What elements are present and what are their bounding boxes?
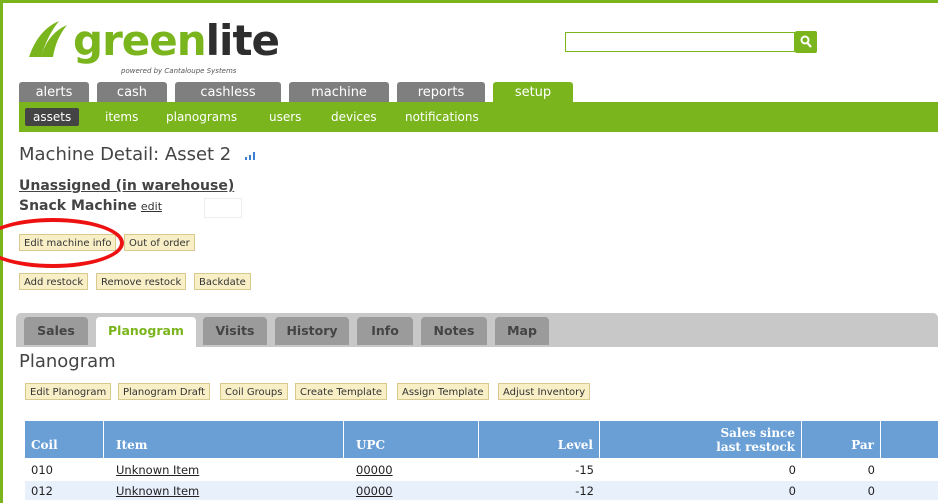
cell-upc-link[interactable]: 00000	[356, 463, 393, 477]
cell-upc-link[interactable]: 00000	[356, 484, 393, 498]
header-extra	[881, 421, 938, 458]
signal-bars-icon[interactable]	[245, 150, 257, 160]
search-input[interactable]	[565, 32, 795, 52]
tab-visits[interactable]: Visits	[203, 317, 267, 345]
cell-sales: 0	[788, 463, 796, 477]
create-template-button[interactable]: Create Template	[295, 383, 388, 400]
tab-sales[interactable]: Sales	[24, 317, 88, 345]
subnav-items[interactable]: items	[105, 108, 138, 126]
section-title: Planogram	[19, 351, 116, 372]
subnav-notifications[interactable]: notifications	[405, 108, 479, 126]
tab-setup[interactable]: setup	[493, 82, 573, 102]
backdate-button[interactable]: Backdate	[194, 273, 251, 290]
tab-reports[interactable]: reports	[397, 82, 485, 102]
tab-history[interactable]: History	[275, 317, 349, 345]
search-button[interactable]	[795, 31, 817, 53]
adjust-inventory-button[interactable]: Adjust Inventory	[498, 383, 591, 400]
remove-restock-button[interactable]: Remove restock	[96, 273, 187, 290]
add-restock-button[interactable]: Add restock	[19, 273, 89, 290]
cell-par: 0	[867, 463, 875, 477]
cell-coil: 010	[31, 463, 53, 477]
out-of-order-button[interactable]: Out of order	[124, 234, 195, 251]
setup-subnav: assets items planograms users devices no…	[19, 102, 938, 132]
header-upc[interactable]: UPC	[344, 421, 479, 458]
assign-template-button[interactable]: Assign Template	[397, 383, 489, 400]
machine-image-placeholder	[204, 198, 242, 218]
leaf-logo-icon	[29, 21, 67, 57]
search-icon	[800, 35, 812, 48]
tab-info[interactable]: Info	[357, 317, 413, 345]
subnav-planograms[interactable]: planograms	[166, 108, 237, 126]
powered-by-text: powered by Cantaloupe Systems	[121, 67, 237, 75]
tab-notes[interactable]: Notes	[421, 317, 487, 345]
edit-planogram-button[interactable]: Edit Planogram	[25, 383, 112, 400]
tab-machine[interactable]: machine	[289, 82, 389, 102]
header-level[interactable]: Level	[479, 421, 600, 458]
machine-type: Snack Machine edit	[19, 198, 163, 214]
tab-cashless[interactable]: cashless	[175, 82, 281, 102]
cell-level: -12	[575, 484, 594, 498]
table-row: 010 Unknown Item 00000 -15 0 0	[25, 460, 938, 479]
cell-sales: 0	[788, 484, 796, 498]
table-row: 012 Unknown Item 00000 -12 0 0	[25, 481, 938, 500]
machine-type-edit-link[interactable]: edit	[141, 200, 162, 213]
coil-groups-button[interactable]: Coil Groups	[220, 383, 288, 400]
header-par[interactable]: Par	[802, 421, 881, 458]
cell-par: 0	[867, 484, 875, 498]
tab-cash[interactable]: cash	[97, 82, 167, 102]
greenlite-logo[interactable]: greenlite powered by Cantaloupe Systems	[25, 16, 280, 77]
main-tab-bar: alerts cash cashless machine reports set…	[19, 82, 573, 102]
tab-map[interactable]: Map	[495, 317, 549, 345]
cell-level: -15	[575, 463, 594, 477]
cell-coil: 012	[31, 484, 53, 498]
subnav-users[interactable]: users	[269, 108, 301, 126]
planogram-draft-button[interactable]: Planogram Draft	[118, 383, 211, 400]
header-sales-since-restock[interactable]: Sales since last restock	[600, 421, 802, 458]
subnav-devices[interactable]: devices	[331, 108, 377, 126]
header-item[interactable]: Item	[104, 421, 344, 458]
logo-wordmark: greenlite	[73, 16, 280, 65]
tab-planogram[interactable]: Planogram	[96, 317, 196, 347]
cell-item-link[interactable]: Unknown Item	[116, 463, 199, 477]
subnav-assets[interactable]: assets	[25, 108, 80, 126]
tab-alerts[interactable]: alerts	[19, 82, 89, 102]
location-link[interactable]: Unassigned (in warehouse)	[19, 178, 234, 194]
planogram-table-header: Coil Item UPC Level Sales since last res…	[25, 421, 938, 458]
page-title: Machine Detail: Asset 2	[19, 144, 257, 165]
cell-item-link[interactable]: Unknown Item	[116, 484, 199, 498]
header-coil[interactable]: Coil	[25, 421, 104, 458]
